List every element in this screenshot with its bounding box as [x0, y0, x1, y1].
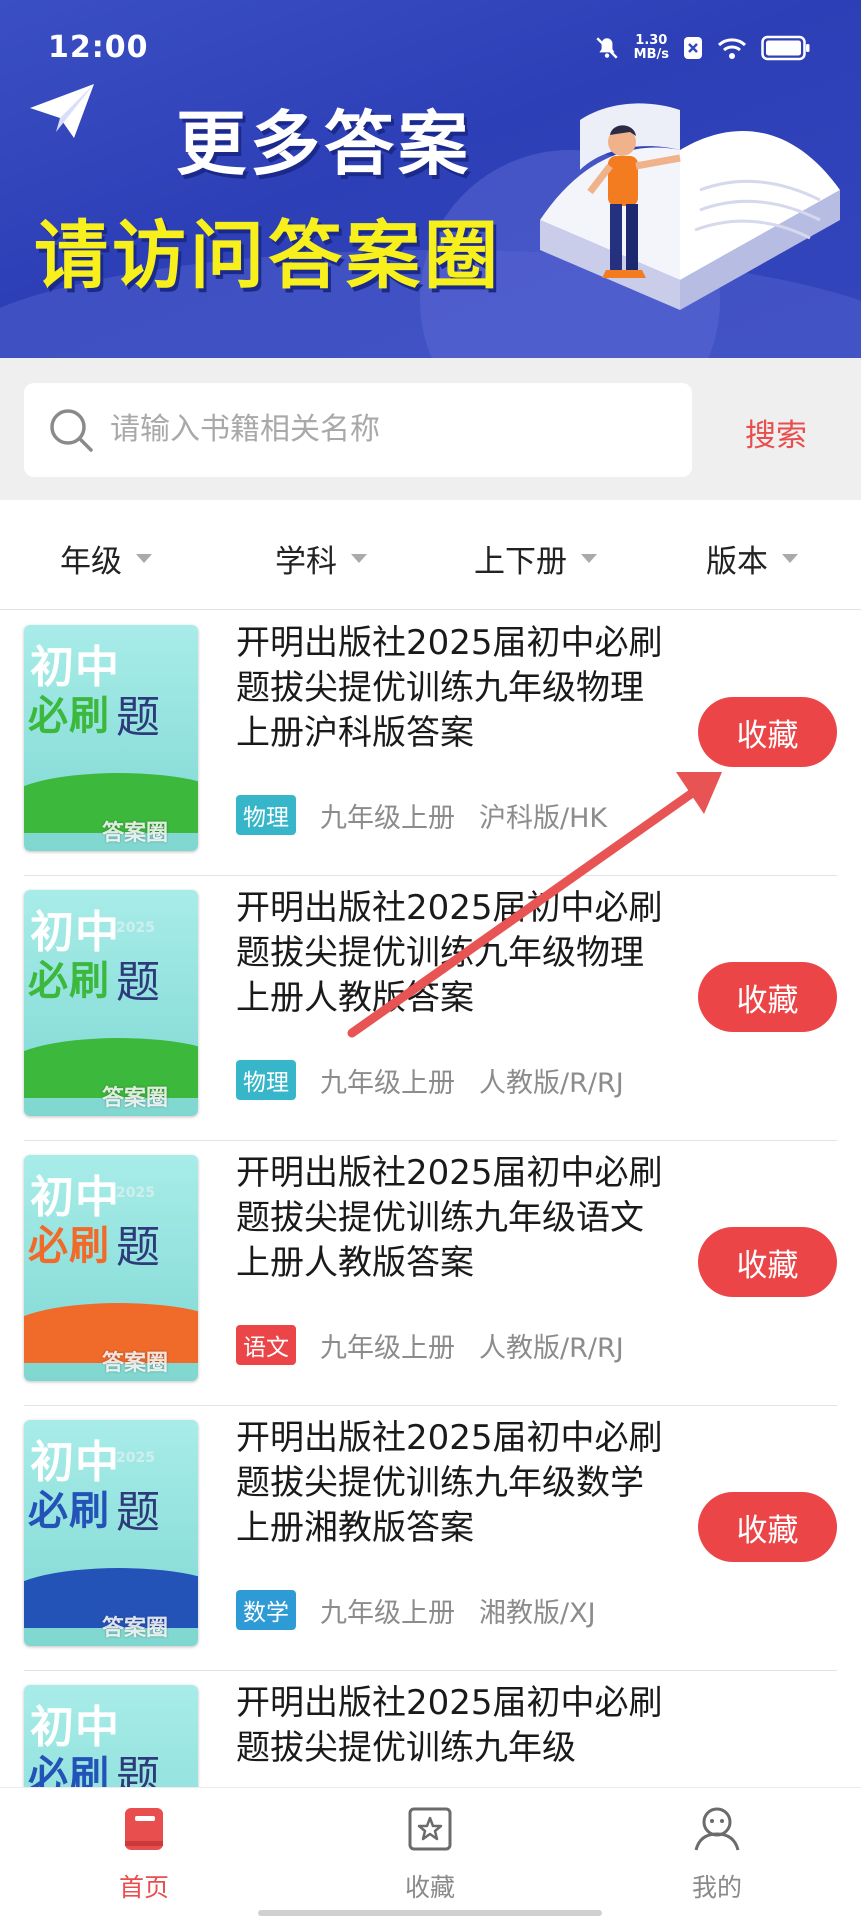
book-list: 初中 必刷 题 答案圈 开明出版社2025届初中必刷题拔尖提优训练九年级物理上册… — [0, 611, 861, 1920]
search-button[interactable]: 搜索 — [745, 410, 807, 455]
book-edition: 沪科版/HK — [479, 802, 608, 834]
filter-grade[interactable]: 年级 — [60, 536, 152, 581]
cover-year: 2025 — [116, 1185, 155, 1201]
cover-title-2: 必刷 — [28, 1488, 110, 1534]
book-meta: 物理 九年级上册 沪科版/HK — [236, 795, 607, 835]
dropdown-arrow-icon — [136, 554, 152, 563]
list-item[interactable]: 初中 2025 必刷 题 答案圈 开明出版社2025届初中必刷题拔尖提优训练九年… — [0, 876, 861, 1141]
favorite-button[interactable]: 收藏 — [698, 1227, 837, 1297]
cover-year: 2025 — [116, 1450, 155, 1466]
reading-person-illustration — [540, 103, 840, 310]
cover-watermark: 答案圈 — [102, 1351, 169, 1376]
nav-favorites-label: 收藏 — [404, 1873, 455, 1902]
book-title[interactable]: 开明出版社2025届初中必刷题拔尖提优训练九年级物理上册人教版答案 — [236, 886, 676, 1021]
filter-edition[interactable]: 版本 — [706, 536, 798, 581]
wifi-icon — [717, 38, 747, 59]
nav-home-label: 首页 — [118, 1873, 169, 1902]
book-grade: 九年级上册 — [320, 1067, 455, 1099]
list-item[interactable]: 初中 必刷 题 答案圈 开明出版社2025届初中必刷题拔尖提优训练九年级物理上册… — [0, 611, 861, 876]
book-grade: 九年级上册 — [320, 1597, 455, 1629]
cover-watermark: 答案圈 — [102, 821, 169, 846]
bottom-nav: 首页 收藏 我的 — [0, 1787, 861, 1920]
subject-tag: 物理 — [236, 1060, 296, 1100]
book-title[interactable]: 开明出版社2025届初中必刷题拔尖提优训练九年级 — [236, 1681, 676, 1771]
favorite-button[interactable]: 收藏 — [698, 1492, 837, 1562]
cover-watermark: 答案圈 — [102, 1086, 169, 1111]
banner-headline: 更多答案 — [176, 103, 472, 185]
cover-title-2: 必刷 — [28, 958, 110, 1004]
cover-title-2: 必刷 — [28, 1223, 110, 1269]
book-title[interactable]: 开明出版社2025届初中必刷题拔尖提优训练九年级语文上册人教版答案 — [236, 1151, 676, 1286]
nav-favorites[interactable]: 收藏 — [370, 1806, 490, 1904]
sim-icon — [684, 37, 702, 59]
cover-title-3: 题 — [116, 692, 160, 743]
dropdown-arrow-icon — [351, 554, 367, 563]
book-icon — [125, 1808, 163, 1850]
favorite-button[interactable]: 收藏 — [698, 962, 837, 1032]
cover-watermark: 答案圈 — [102, 1616, 169, 1641]
book-meta: 物理 九年级上册 人教版/R/RJ — [236, 1060, 624, 1100]
mute-icon — [596, 37, 618, 59]
filter-grade-label: 年级 — [60, 544, 122, 580]
cover-title-3: 题 — [116, 957, 160, 1008]
status-icons: 1.30 MB/s — [594, 34, 811, 62]
book-edition: 湘教版/XJ — [479, 1597, 596, 1629]
cover-title-2: 必刷 — [28, 693, 110, 739]
network-speed-unit: MB/s — [633, 47, 669, 62]
book-edition: 人教版/R/RJ — [479, 1332, 624, 1364]
search-icon — [50, 409, 93, 452]
user-icon — [694, 1807, 740, 1851]
dropdown-arrow-icon — [581, 554, 597, 563]
home-indicator[interactable] — [258, 1910, 602, 1916]
top-banner[interactable]: 12:00 1.30 MB/s 更多答案 请访问答案圈 — [0, 0, 861, 358]
cover-title-3: 题 — [116, 1487, 160, 1538]
search-bar — [0, 358, 861, 500]
filter-volume[interactable]: 上下册 — [474, 536, 597, 581]
nav-profile[interactable]: 我的 — [657, 1806, 777, 1904]
nav-profile-label: 我的 — [691, 1873, 742, 1902]
book-cover[interactable]: 初中 2025 必刷 题 答案圈 — [24, 890, 198, 1116]
subject-tag: 物理 — [236, 795, 296, 835]
filter-subject[interactable]: 学科 — [275, 536, 367, 581]
subject-tag: 语文 — [236, 1325, 296, 1365]
cover-year: 2025 — [116, 920, 155, 936]
book-grade: 九年级上册 — [320, 1332, 455, 1364]
list-item[interactable]: 初中 2025 必刷 题 答案圈 开明出版社2025届初中必刷题拔尖提优训练九年… — [0, 1406, 861, 1671]
filter-volume-label: 上下册 — [474, 544, 567, 580]
status-time: 12:00 — [48, 30, 149, 65]
banner-subheadline: 请访问答案圈 — [34, 213, 502, 299]
filter-subject-label: 学科 — [275, 544, 337, 580]
dropdown-arrow-icon — [782, 554, 798, 563]
nav-home[interactable]: 首页 — [84, 1806, 204, 1904]
book-cover[interactable]: 初中 2025 必刷 题 答案圈 — [24, 1155, 198, 1381]
network-speed-value: 1.30 — [635, 33, 668, 48]
subject-tag: 数学 — [236, 1590, 296, 1630]
cover-title-3: 题 — [116, 1222, 160, 1273]
filter-edition-label: 版本 — [706, 544, 768, 580]
network-speed: 1.30 MB/s — [634, 34, 669, 62]
book-meta: 语文 九年级上册 人教版/R/RJ — [236, 1325, 624, 1365]
book-grade: 九年级上册 — [320, 802, 455, 834]
book-edition: 人教版/R/RJ — [479, 1067, 624, 1099]
search-input[interactable] — [110, 403, 670, 455]
star-icon — [408, 1807, 452, 1851]
book-cover[interactable]: 初中 必刷 题 答案圈 — [24, 625, 198, 851]
search-box[interactable] — [24, 383, 692, 477]
battery-icon — [761, 35, 810, 61]
book-title[interactable]: 开明出版社2025届初中必刷题拔尖提优训练九年级物理上册沪科版答案 — [236, 621, 676, 756]
status-bar: 12:00 1.30 MB/s — [0, 0, 861, 90]
favorite-button[interactable]: 收藏 — [698, 697, 837, 767]
book-title[interactable]: 开明出版社2025届初中必刷题拔尖提优训练九年级数学上册湘教版答案 — [236, 1416, 676, 1551]
filter-bar: 年级 学科 上下册 版本 — [0, 500, 861, 610]
paper-plane-icon — [30, 84, 94, 138]
book-meta: 数学 九年级上册 湘教版/XJ — [236, 1590, 596, 1630]
book-cover[interactable]: 初中 2025 必刷 题 答案圈 — [24, 1420, 198, 1646]
list-item[interactable]: 初中 2025 必刷 题 答案圈 开明出版社2025届初中必刷题拔尖提优训练九年… — [0, 1141, 861, 1406]
